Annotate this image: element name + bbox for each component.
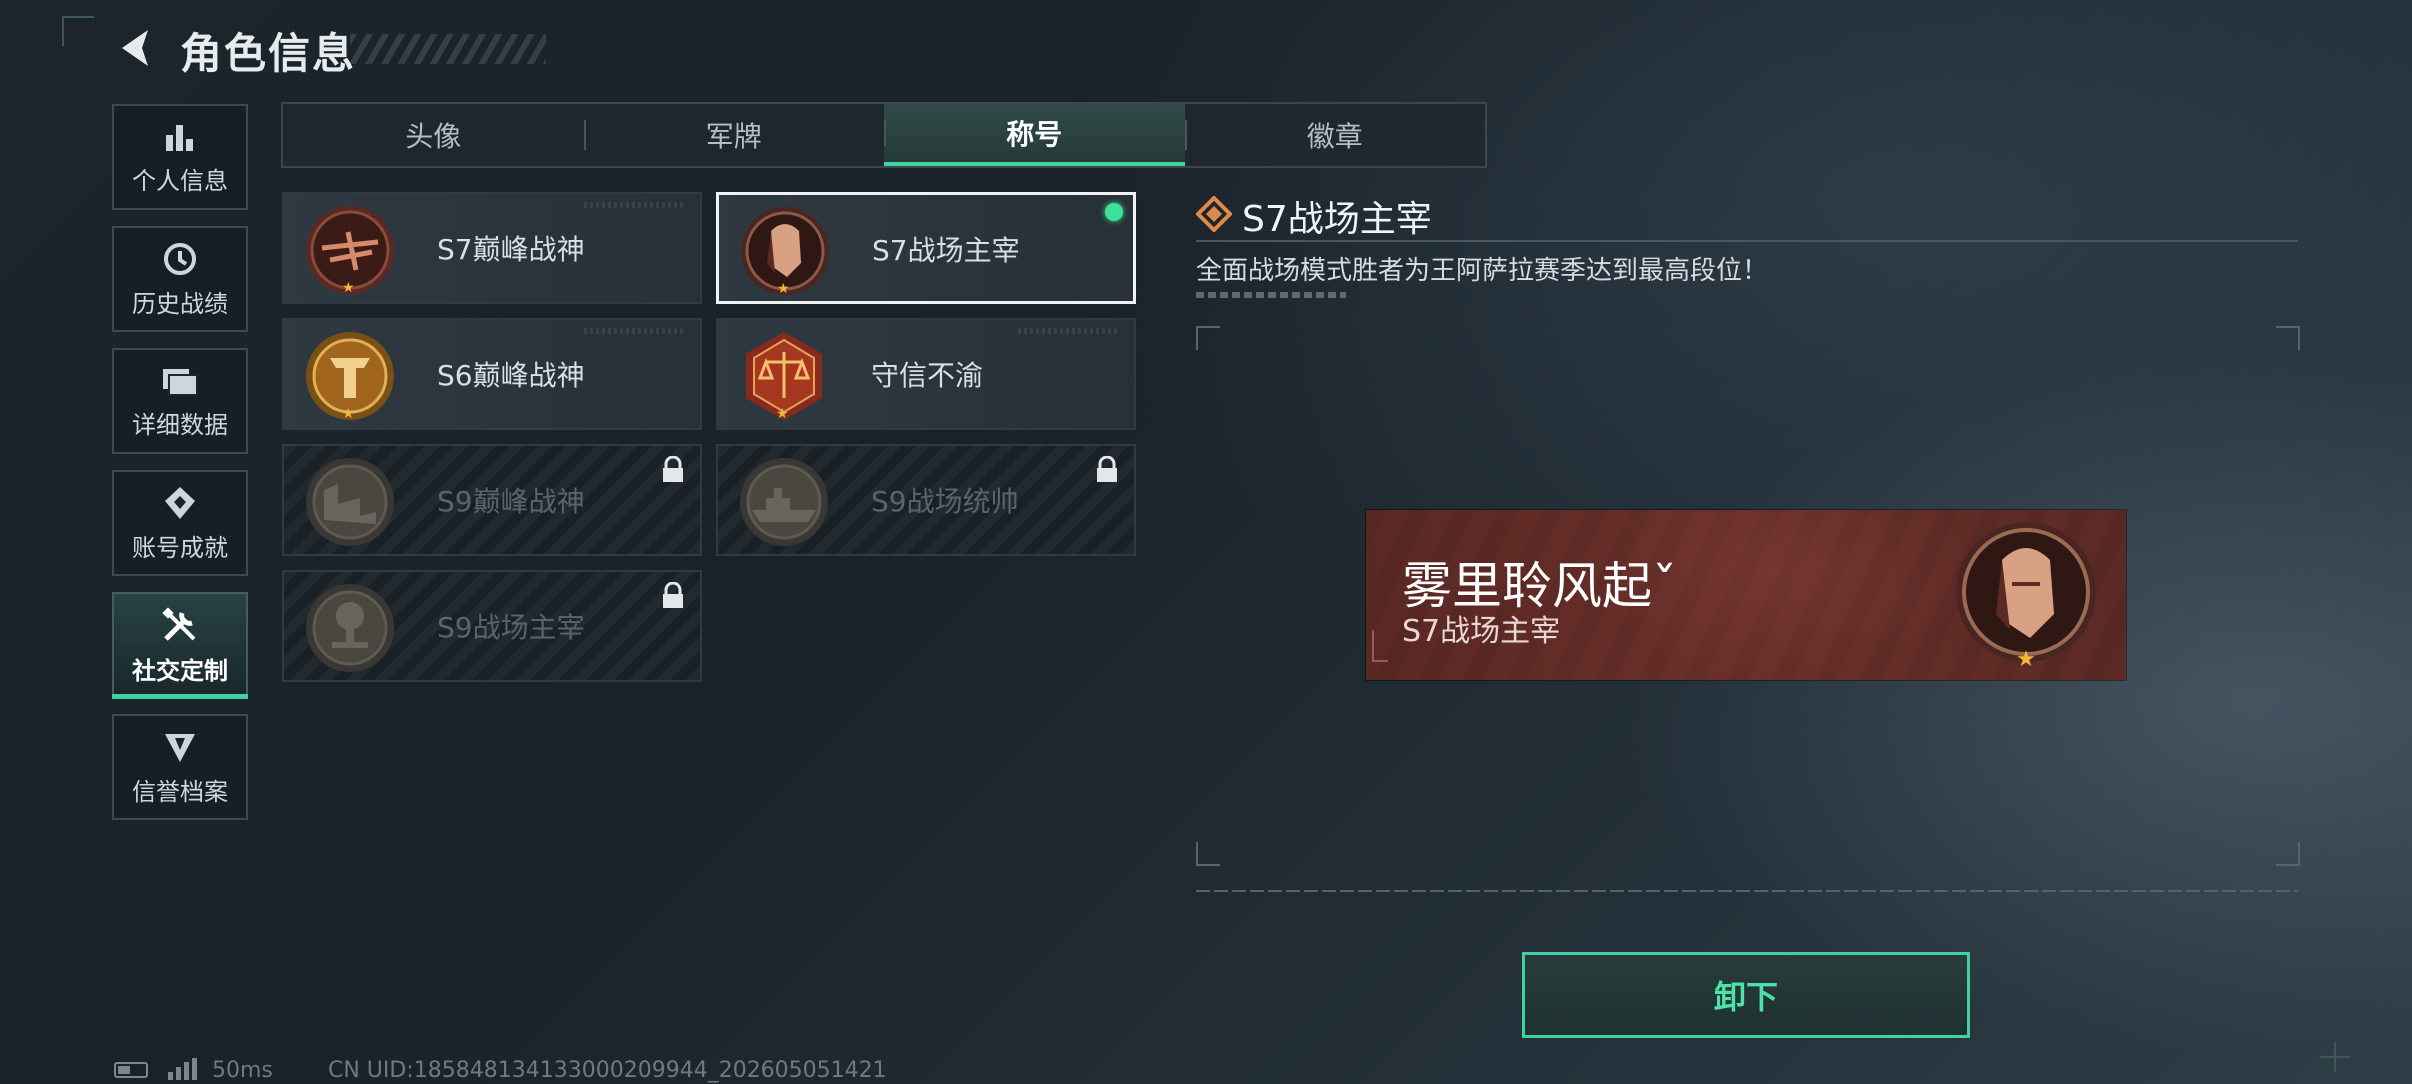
title-stripes [350, 34, 546, 64]
achievement-icon [165, 486, 195, 519]
sidebar-item-label: 社交定制 [132, 656, 228, 685]
user-uid: CN UID:18584813413300020994​4_2026050514… [328, 1058, 887, 1083]
detail-dash-decoration [1196, 292, 1346, 298]
star-icon: ★ [342, 406, 355, 422]
card-decoration [584, 202, 684, 208]
warship-medal-icon [740, 458, 828, 546]
history-clock-icon [164, 242, 196, 275]
page-title: 角色信息 [180, 29, 357, 78]
sidebar-item-detailed-data[interactable]: 详细数据 [112, 348, 248, 454]
title-card-s9-battlefield-ruler[interactable]: S9战场主宰 [282, 570, 702, 682]
frame-divider [1196, 890, 2298, 892]
star-icon: ★ [777, 281, 790, 297]
tools-icon [162, 606, 196, 641]
battery-icon [114, 1062, 148, 1078]
title-card-trustworthy[interactable]: ★ 守信不渝 [716, 318, 1136, 430]
title-card-s7-battlefield-ruler[interactable]: ★ S7战场主宰 [716, 192, 1136, 304]
lock-icon [1097, 456, 1117, 482]
title-card-s9-battlefield-marshal[interactable]: S9战场统帅 [716, 444, 1136, 556]
sidebar-item-social-custom[interactable]: 社交定制 [112, 592, 248, 698]
shield-wings-icon [165, 733, 195, 762]
sidebar-item-achievements[interactable]: 账号成就 [112, 470, 248, 576]
tab-avatar[interactable]: 头像 [283, 104, 584, 166]
ping-readout: 50ms [212, 1058, 273, 1083]
fortress-medal-icon [306, 458, 394, 546]
signal-icon [168, 1058, 197, 1080]
card-decoration [584, 328, 684, 334]
svg-text:★: ★ [2016, 647, 2036, 672]
sidebar-active-indicator [112, 694, 248, 699]
tab-dog-tag[interactable]: 军牌 [583, 104, 885, 166]
title-name: S7巅峰战神 [437, 233, 585, 266]
title-name: S7战场主宰 [872, 234, 1020, 267]
warrior-head-medal-icon: ★ [1956, 522, 2096, 672]
detail-title: S7战场主宰 [1242, 199, 1432, 240]
frame-corner [2276, 842, 2300, 866]
card-decoration [1018, 328, 1118, 334]
sidebar-item-label: 账号成就 [132, 533, 228, 562]
sidebar-item-label: 历史战绩 [132, 289, 228, 318]
battery-level [118, 1066, 130, 1074]
frame-corner [2276, 326, 2300, 350]
sidebar-item-history[interactable]: 历史战绩 [112, 226, 248, 332]
title-name: S9战场主宰 [437, 611, 585, 644]
title-preview-nameplate: 雾里聆风起ˇ S7战场主宰 ★ [1366, 510, 2126, 680]
title-card-s6-peak-god[interactable]: ★ S6巅峰战神 [282, 318, 702, 430]
tab-title[interactable]: 称号 [884, 104, 1185, 166]
sidebar-item-reputation[interactable]: 信誉档案 [112, 714, 248, 820]
title-name: S6巅峰战神 [437, 359, 585, 392]
plus-mark-icon [2320, 1042, 2350, 1072]
detail-description: 全面战场模式胜者为王阿萨拉赛季达到最高段位！ [1196, 256, 1769, 286]
title-card-s9-peak-god[interactable]: S9巅峰战神 [282, 444, 702, 556]
sidebar-item-personal-info[interactable]: 个人信息 [112, 104, 248, 210]
back-arrow-icon [122, 30, 148, 66]
title-name: S9战场统帅 [871, 485, 1019, 518]
unequip-button[interactable]: 卸下 [1522, 952, 1970, 1038]
diamond-title-icon [1196, 196, 1232, 232]
frame-corner [1196, 842, 1220, 866]
star-icon: ★ [776, 406, 789, 422]
frame-corner [1196, 326, 1220, 350]
lock-icon [663, 456, 683, 482]
sidebar-item-label: 个人信息 [132, 166, 228, 195]
sidebar-item-label: 信誉档案 [132, 777, 228, 806]
preview-title: S7战场主宰 [1402, 614, 1561, 649]
sidebar-item-label: 详细数据 [132, 410, 228, 439]
back-button[interactable] [112, 22, 160, 74]
bar-chart-icon [166, 124, 193, 151]
explosion-medal-icon [306, 584, 394, 672]
title-card-s7-peak-god[interactable]: ★ S7巅峰战神 [282, 192, 702, 304]
folder-icon [163, 368, 198, 396]
star-icon: ★ [342, 280, 355, 296]
equipped-indicator [1105, 203, 1123, 221]
corner-mark [62, 16, 94, 46]
tab-badge[interactable]: 徽章 [1184, 104, 1486, 166]
title-name: 守信不渝 [871, 359, 984, 392]
nameplate-corner [1372, 630, 1388, 662]
tab-bar: 头像 军牌 称号 徽章 [281, 102, 1487, 168]
lock-icon [663, 582, 683, 608]
title-name: S9巅峰战神 [437, 485, 585, 518]
detail-divider [1196, 240, 2298, 242]
